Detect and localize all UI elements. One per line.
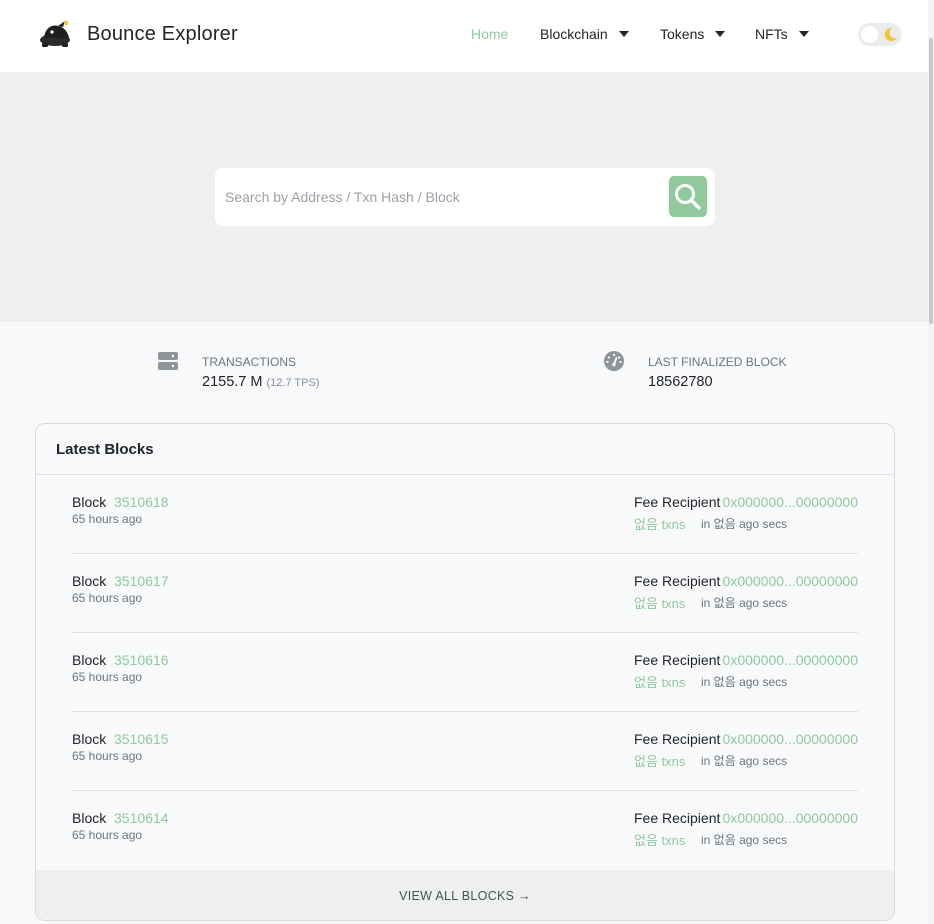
- main-nav: Home Blockchain Tokens NFTs: [0, 26, 934, 46]
- block-row: Block 3510615 65 hours ago Fee Recipient 0x0…: [72, 712, 858, 791]
- block-label: Block: [72, 494, 107, 510]
- fee-recipient-address-link[interactable]: 0x000000...00000000: [723, 810, 858, 826]
- txn-time: in 없음 ago secs: [701, 596, 788, 610]
- caret-down-icon: [798, 31, 809, 37]
- block-label: Block: [72, 731, 107, 747]
- transactions-count: 2155.7 M: [202, 374, 263, 390]
- fee-recipient-address-link[interactable]: 0x000000...00000000: [723, 494, 858, 510]
- fee-recipient-address-link[interactable]: 0x000000...00000000: [723, 573, 858, 589]
- view-all-blocks-button[interactable]: VIEW ALL BLOCKS →: [36, 870, 894, 920]
- block-age: 65 hours ago: [72, 591, 143, 605]
- card-header: Latest Blocks: [36, 424, 894, 475]
- server-icon: [158, 352, 178, 370]
- speedometer-icon: [604, 351, 624, 371]
- last-block-number: 18562780: [648, 374, 713, 390]
- card-title: Latest Blocks: [56, 441, 154, 458]
- toggle-knob: [861, 26, 878, 43]
- fee-recipient-label: Fee Recipient: [634, 652, 721, 668]
- txn-time: in 없음 ago secs: [701, 517, 788, 531]
- stat-label: LAST FINALIZED BLOCK: [648, 355, 787, 369]
- stat-value: 2155.7 M (12.7 TPS): [202, 374, 320, 390]
- latest-blocks-card: Latest Blocks Block 3510618 65 hours ago Fe…: [35, 423, 895, 921]
- nav-item-home[interactable]: Home: [471, 26, 508, 42]
- stat-label: TRANSACTIONS: [202, 355, 297, 369]
- nav-item-blockchain[interactable]: Blockchain: [540, 26, 629, 42]
- fee-recipient-label: Fee Recipient: [634, 810, 721, 826]
- block-label: Block: [72, 652, 107, 668]
- txn-count-link[interactable]: 없음 txns: [634, 514, 685, 533]
- block-age: 65 hours ago: [72, 512, 143, 526]
- nav-item-label: NFTs: [755, 26, 788, 42]
- fee-recipient-address-link[interactable]: 0x000000...00000000: [723, 652, 858, 668]
- nav-item-nfts[interactable]: NFTs: [755, 26, 809, 42]
- txn-count-link[interactable]: 없음 txns: [634, 672, 685, 691]
- block-age: 65 hours ago: [72, 670, 143, 684]
- fee-recipient-label: Fee Recipient: [634, 731, 721, 747]
- nav-item-tokens[interactable]: Tokens: [660, 26, 726, 42]
- fee-recipient-label: Fee Recipient: [634, 494, 721, 510]
- search-box: [215, 168, 715, 226]
- block-row: Block 3510618 65 hours ago Fee Recipient 0x0…: [72, 475, 858, 554]
- txn-count-link[interactable]: 없음 txns: [634, 830, 685, 849]
- block-label: Block: [72, 810, 107, 826]
- txn-count-link[interactable]: 없음 txns: [634, 751, 685, 770]
- fee-recipient-address-link[interactable]: 0x000000...00000000: [723, 731, 858, 747]
- caret-down-icon: [618, 31, 629, 37]
- block-label: Block: [72, 573, 107, 589]
- nav-item-label: Home: [471, 26, 509, 42]
- page-scrollbar[interactable]: [928, 0, 934, 924]
- block-row: Block 3510617 65 hours ago Fee Recipient 0x0…: [72, 554, 858, 633]
- txn-time: in 없음 ago secs: [701, 754, 788, 768]
- block-number-link[interactable]: 3510614: [114, 810, 169, 826]
- txn-time: in 없음 ago secs: [701, 675, 788, 689]
- fee-recipient-label: Fee Recipient: [634, 573, 721, 589]
- search-input[interactable]: [215, 168, 665, 226]
- top-navbar: Bounce Explorer Home Blockchain Tokens N…: [0, 0, 934, 72]
- block-row: Block 3510614 65 hours ago Fee Recipient 0x0…: [72, 791, 858, 870]
- block-row: Block 3510616 65 hours ago Fee Recipient 0x0…: [72, 633, 858, 712]
- tps-value: (12.7 TPS): [266, 377, 320, 389]
- block-number-link[interactable]: 3510617: [114, 573, 169, 589]
- nav-item-label: Tokens: [660, 26, 705, 42]
- block-age: 65 hours ago: [72, 749, 143, 763]
- block-number-link[interactable]: 3510615: [114, 731, 169, 747]
- scrollbar-thumb[interactable]: [929, 38, 933, 324]
- caret-down-icon: [715, 31, 726, 37]
- theme-toggle[interactable]: [858, 23, 902, 46]
- hero-search-section: [0, 72, 928, 322]
- block-number-link[interactable]: 3510616: [114, 652, 169, 668]
- txn-time: in 없음 ago secs: [701, 833, 788, 847]
- block-age: 65 hours ago: [72, 828, 143, 842]
- search-button[interactable]: [669, 176, 707, 217]
- txn-count-link[interactable]: 없음 txns: [634, 593, 685, 612]
- block-number-link[interactable]: 3510618: [114, 494, 169, 510]
- moon-icon: [884, 28, 897, 42]
- nav-item-label: Blockchain: [540, 26, 608, 42]
- search-icon: [675, 183, 701, 210]
